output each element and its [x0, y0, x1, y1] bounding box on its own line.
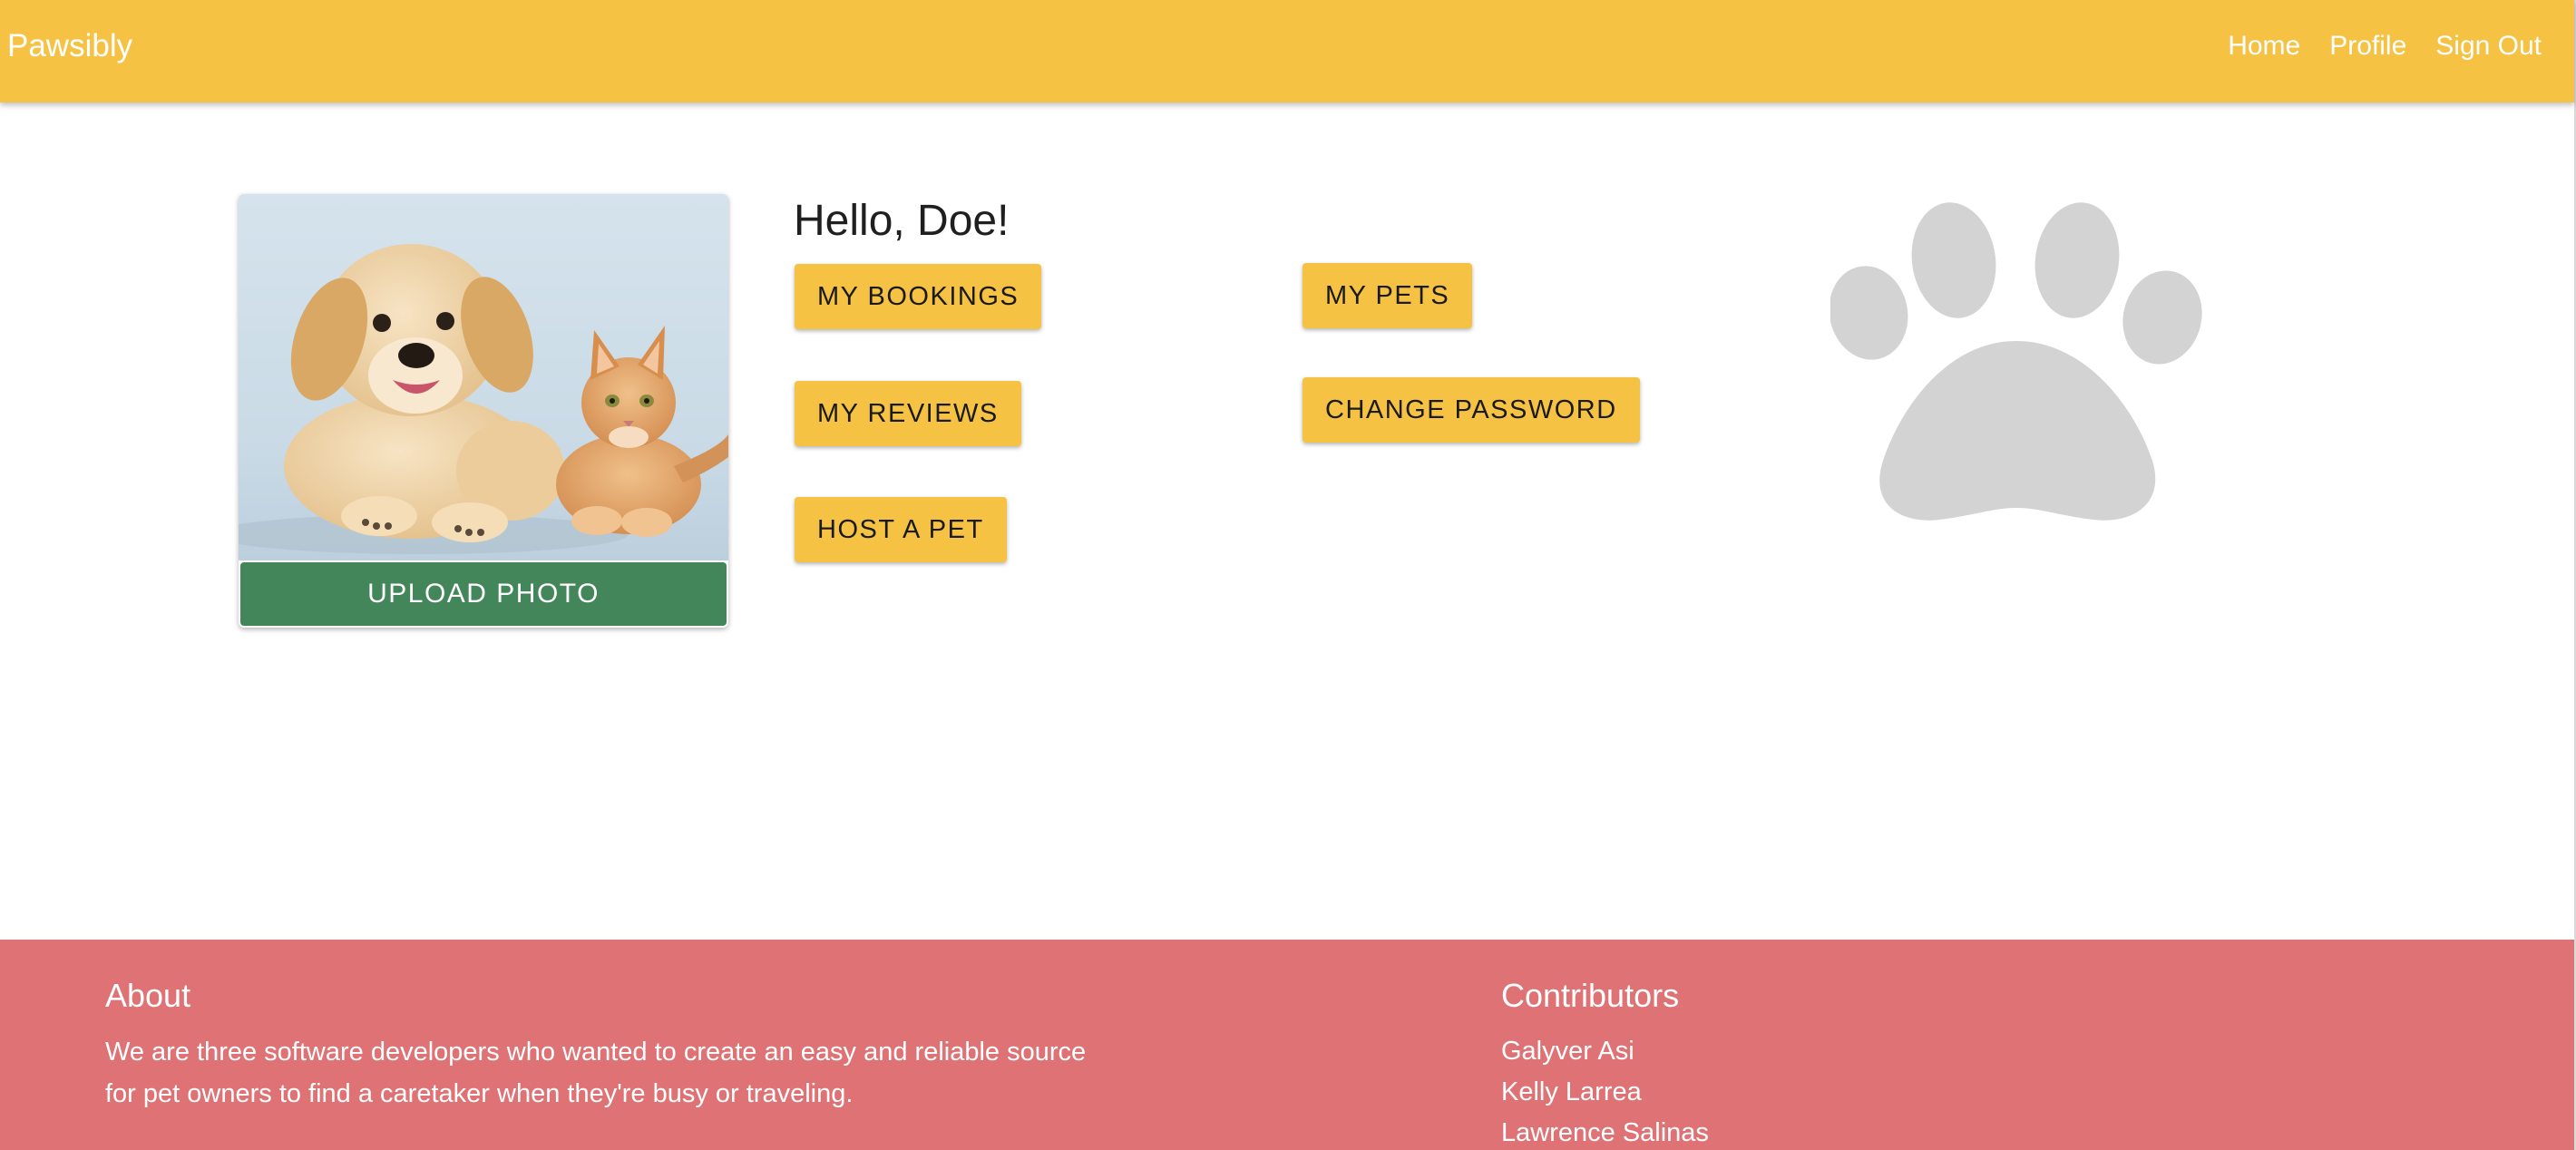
contributor-item: Lawrence Salinas	[1501, 1118, 1709, 1147]
my-bookings-button[interactable]: MY BOOKINGS	[795, 264, 1042, 329]
my-pets-button[interactable]: MY PETS	[1303, 263, 1473, 328]
change-password-button[interactable]: CHANGE PASSWORD	[1303, 377, 1640, 443]
greeting-heading: Hello, Doe!	[794, 197, 1010, 245]
profile-photo-card: UPLOAD PHOTO	[239, 194, 728, 628]
footer: About We are three software developers w…	[0, 940, 2574, 1150]
about-text: We are three software developers who wan…	[105, 1038, 1087, 1108]
brand-logo-link[interactable]: Pawsibly	[7, 27, 132, 65]
about-heading: About	[105, 977, 191, 1014]
nav-links: Home Profile Sign Out	[2228, 27, 2542, 65]
contributors-list: Galyver Asi Kelly Larrea Lawrence Salina…	[1501, 1031, 1709, 1150]
contributor-item: Galyver Asi	[1501, 1037, 1634, 1066]
nav-link-profile[interactable]: Profile	[2329, 27, 2406, 65]
host-a-pet-button[interactable]: HOST A PET	[795, 497, 1007, 562]
navbar: Pawsibly Home Profile Sign Out	[0, 0, 2574, 102]
page: Pawsibly Home Profile Sign Out UPLOAD PH…	[0, 0, 2576, 1150]
my-reviews-button[interactable]: MY REVIEWS	[795, 381, 1021, 446]
upload-photo-button[interactable]: UPLOAD PHOTO	[240, 562, 727, 626]
contributor-item: Kelly Larrea	[1501, 1077, 1642, 1106]
paw-print-icon	[1830, 202, 2202, 521]
nav-link-home[interactable]: Home	[2228, 27, 2300, 65]
profile-photo	[239, 194, 728, 560]
contributors-heading: Contributors	[1501, 977, 1680, 1014]
nav-link-sign-out[interactable]: Sign Out	[2435, 27, 2542, 65]
